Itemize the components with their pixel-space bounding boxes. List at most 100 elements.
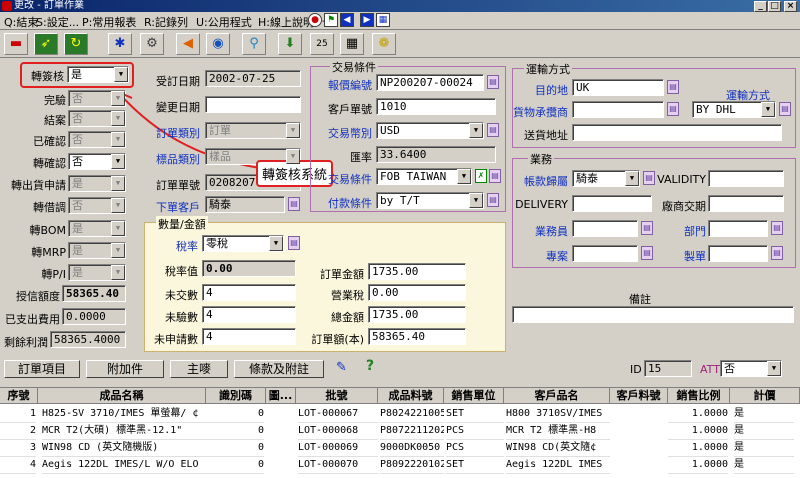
order-category-select[interactable]: 訂單 ▼: [205, 122, 301, 139]
column-header[interactable]: 批號: [296, 388, 378, 404]
run-icon[interactable]: ➶: [34, 33, 58, 55]
folder-icon[interactable]: ▤: [771, 221, 783, 235]
chevron-down-icon[interactable]: ▼: [767, 361, 781, 376]
left-row-field[interactable]: 否 ▼: [68, 131, 126, 148]
account-select[interactable]: 騎泰 ▼: [572, 170, 640, 187]
back-icon[interactable]: ◀: [176, 33, 200, 55]
menu-records[interactable]: R:記錄列: [144, 14, 188, 30]
chevron-down-icon[interactable]: ▼: [111, 132, 125, 147]
folder-icon[interactable]: ▤: [667, 80, 679, 94]
tax-select[interactable]: 零稅 ▼: [202, 235, 284, 252]
gear-icon[interactable]: ✱: [108, 33, 132, 55]
folder-icon[interactable]: ▤: [489, 169, 501, 183]
terms-select[interactable]: FOB TAIWAN ▼: [376, 168, 472, 185]
column-header[interactable]: 銷售比例: [668, 388, 730, 404]
validity-field[interactable]: [708, 170, 784, 187]
left-row-field[interactable]: 否 ▼: [68, 153, 126, 170]
unapply-field[interactable]: 4: [202, 328, 296, 345]
uncheck-field[interactable]: 4: [202, 306, 296, 323]
menu-quit[interactable]: Q:結束: [4, 14, 38, 30]
quote-field[interactable]: NP200207-00024: [376, 74, 484, 91]
pay-select[interactable]: by T/T ▼: [376, 192, 484, 209]
cust-no-field[interactable]: 1010: [376, 98, 496, 115]
cluster-icon[interactable]: ❁: [372, 33, 396, 55]
column-header[interactable]: 序號: [0, 388, 38, 404]
table-row[interactable]: 2 MCR T2(大碩) 標準黑-12.1" 0 LOT-000068 P807…: [0, 423, 800, 440]
chevron-down-icon[interactable]: ▼: [111, 221, 125, 236]
pin-icon[interactable]: ⚑: [324, 13, 338, 27]
maker-field[interactable]: [708, 245, 768, 262]
tab-order-items[interactable]: 訂單項目: [4, 360, 80, 378]
table-row[interactable]: 3 WIN98 CD (英文隨機版) 0 LOT-000069 9000DK00…: [0, 440, 800, 457]
menu-utilities[interactable]: U:公用程式: [196, 14, 252, 30]
folder-icon[interactable]: ▤: [487, 75, 499, 89]
tab-attachments[interactable]: 附加件: [86, 360, 164, 378]
column-header[interactable]: 成品名稱: [38, 388, 206, 404]
folder-icon[interactable]: ▤: [288, 197, 300, 211]
folder-icon[interactable]: ▤: [643, 171, 655, 185]
grid-icon[interactable]: ▦: [376, 13, 390, 27]
column-header[interactable]: 客戶品名: [504, 388, 610, 404]
redo-icon[interactable]: ↻: [64, 33, 88, 55]
dest-field[interactable]: UK: [572, 79, 664, 96]
unship-field[interactable]: 4: [202, 284, 296, 301]
table-row[interactable]: 4 Aegis 122DL IMES/L W/O ELO 0 LOT-00007…: [0, 457, 800, 474]
att-select[interactable]: 否 ▼: [720, 360, 782, 377]
chevron-down-icon[interactable]: ▼: [469, 193, 483, 208]
column-header[interactable]: 成品料號: [378, 388, 444, 404]
currency-select[interactable]: USD ▼: [376, 122, 484, 139]
label-category-select[interactable]: 樣品 ▼: [205, 148, 301, 165]
folder-icon[interactable]: ▤: [487, 193, 499, 207]
chevron-down-icon[interactable]: ▼: [286, 149, 300, 164]
folder-icon[interactable]: ▤: [288, 236, 300, 250]
menu-help[interactable]: H:線上說明: [258, 14, 314, 30]
folder-icon[interactable]: ▤: [771, 246, 783, 260]
table-row[interactable]: 1 H825-SV 3710/IMES 單螢幕/ ¢ 0 LOT-000067 …: [0, 406, 800, 423]
sales-field[interactable]: [572, 220, 638, 237]
project-field[interactable]: [572, 245, 638, 262]
minimize-button[interactable]: _: [754, 1, 767, 12]
factory-field[interactable]: [708, 195, 784, 212]
folder-icon[interactable]: ▤: [641, 246, 653, 260]
first-record-icon[interactable]: ◀: [340, 13, 354, 27]
column-header[interactable]: 客戶料號: [610, 388, 668, 404]
calendar-icon[interactable]: 25: [310, 33, 334, 55]
left-row-field[interactable]: 否 ▼: [68, 197, 126, 214]
eye-icon[interactable]: ◉: [206, 33, 230, 55]
remark-field[interactable]: [512, 306, 794, 323]
dept-field[interactable]: [708, 220, 768, 237]
chevron-down-icon[interactable]: ▼: [111, 198, 125, 213]
menu-reports[interactable]: P:常用報表: [82, 14, 136, 30]
carrier-field[interactable]: [572, 101, 664, 118]
chevron-down-icon[interactable]: ▼: [114, 67, 128, 82]
column-header[interactable]: 圖...: [266, 388, 296, 404]
change-date-field[interactable]: [205, 96, 301, 113]
maximize-button[interactable]: □: [768, 1, 781, 12]
stop-icon[interactable]: ●: [308, 13, 322, 27]
chevron-down-icon[interactable]: ▼: [286, 123, 300, 138]
check-icon[interactable]: ✗: [475, 169, 487, 183]
chevron-down-icon[interactable]: ▼: [457, 169, 471, 184]
left-row-field[interactable]: 是 ▼: [68, 242, 126, 259]
chevron-down-icon[interactable]: ▼: [111, 176, 125, 191]
chevron-down-icon[interactable]: ▼: [111, 265, 125, 280]
column-header[interactable]: 識別碼: [206, 388, 266, 404]
chevron-down-icon[interactable]: ▼: [111, 111, 125, 126]
last-record-icon[interactable]: ▶: [360, 13, 374, 27]
chevron-down-icon[interactable]: ▼: [761, 102, 775, 117]
left-row-field[interactable]: 是 ▼: [68, 264, 126, 281]
tab-terms[interactable]: 條款及附註: [234, 360, 324, 378]
left-row-field[interactable]: 否 ▼: [68, 110, 126, 127]
transfer-select[interactable]: 是 ▼: [67, 66, 129, 83]
delivery-field[interactable]: [572, 195, 652, 212]
chevron-down-icon[interactable]: ▼: [269, 236, 283, 251]
pencil-icon[interactable]: ✎: [336, 360, 347, 375]
folder-icon[interactable]: ▤: [667, 102, 679, 116]
chevron-down-icon[interactable]: ▼: [111, 243, 125, 258]
customer-field[interactable]: 騎泰: [205, 196, 285, 213]
menu-settings[interactable]: S:設定...: [36, 14, 79, 30]
tab-main-mark[interactable]: 主嘜: [170, 360, 228, 378]
settings-icon[interactable]: ⚙: [140, 33, 164, 55]
folder-icon[interactable]: ▤: [641, 221, 653, 235]
left-row-field[interactable]: 是 ▼: [68, 175, 126, 192]
